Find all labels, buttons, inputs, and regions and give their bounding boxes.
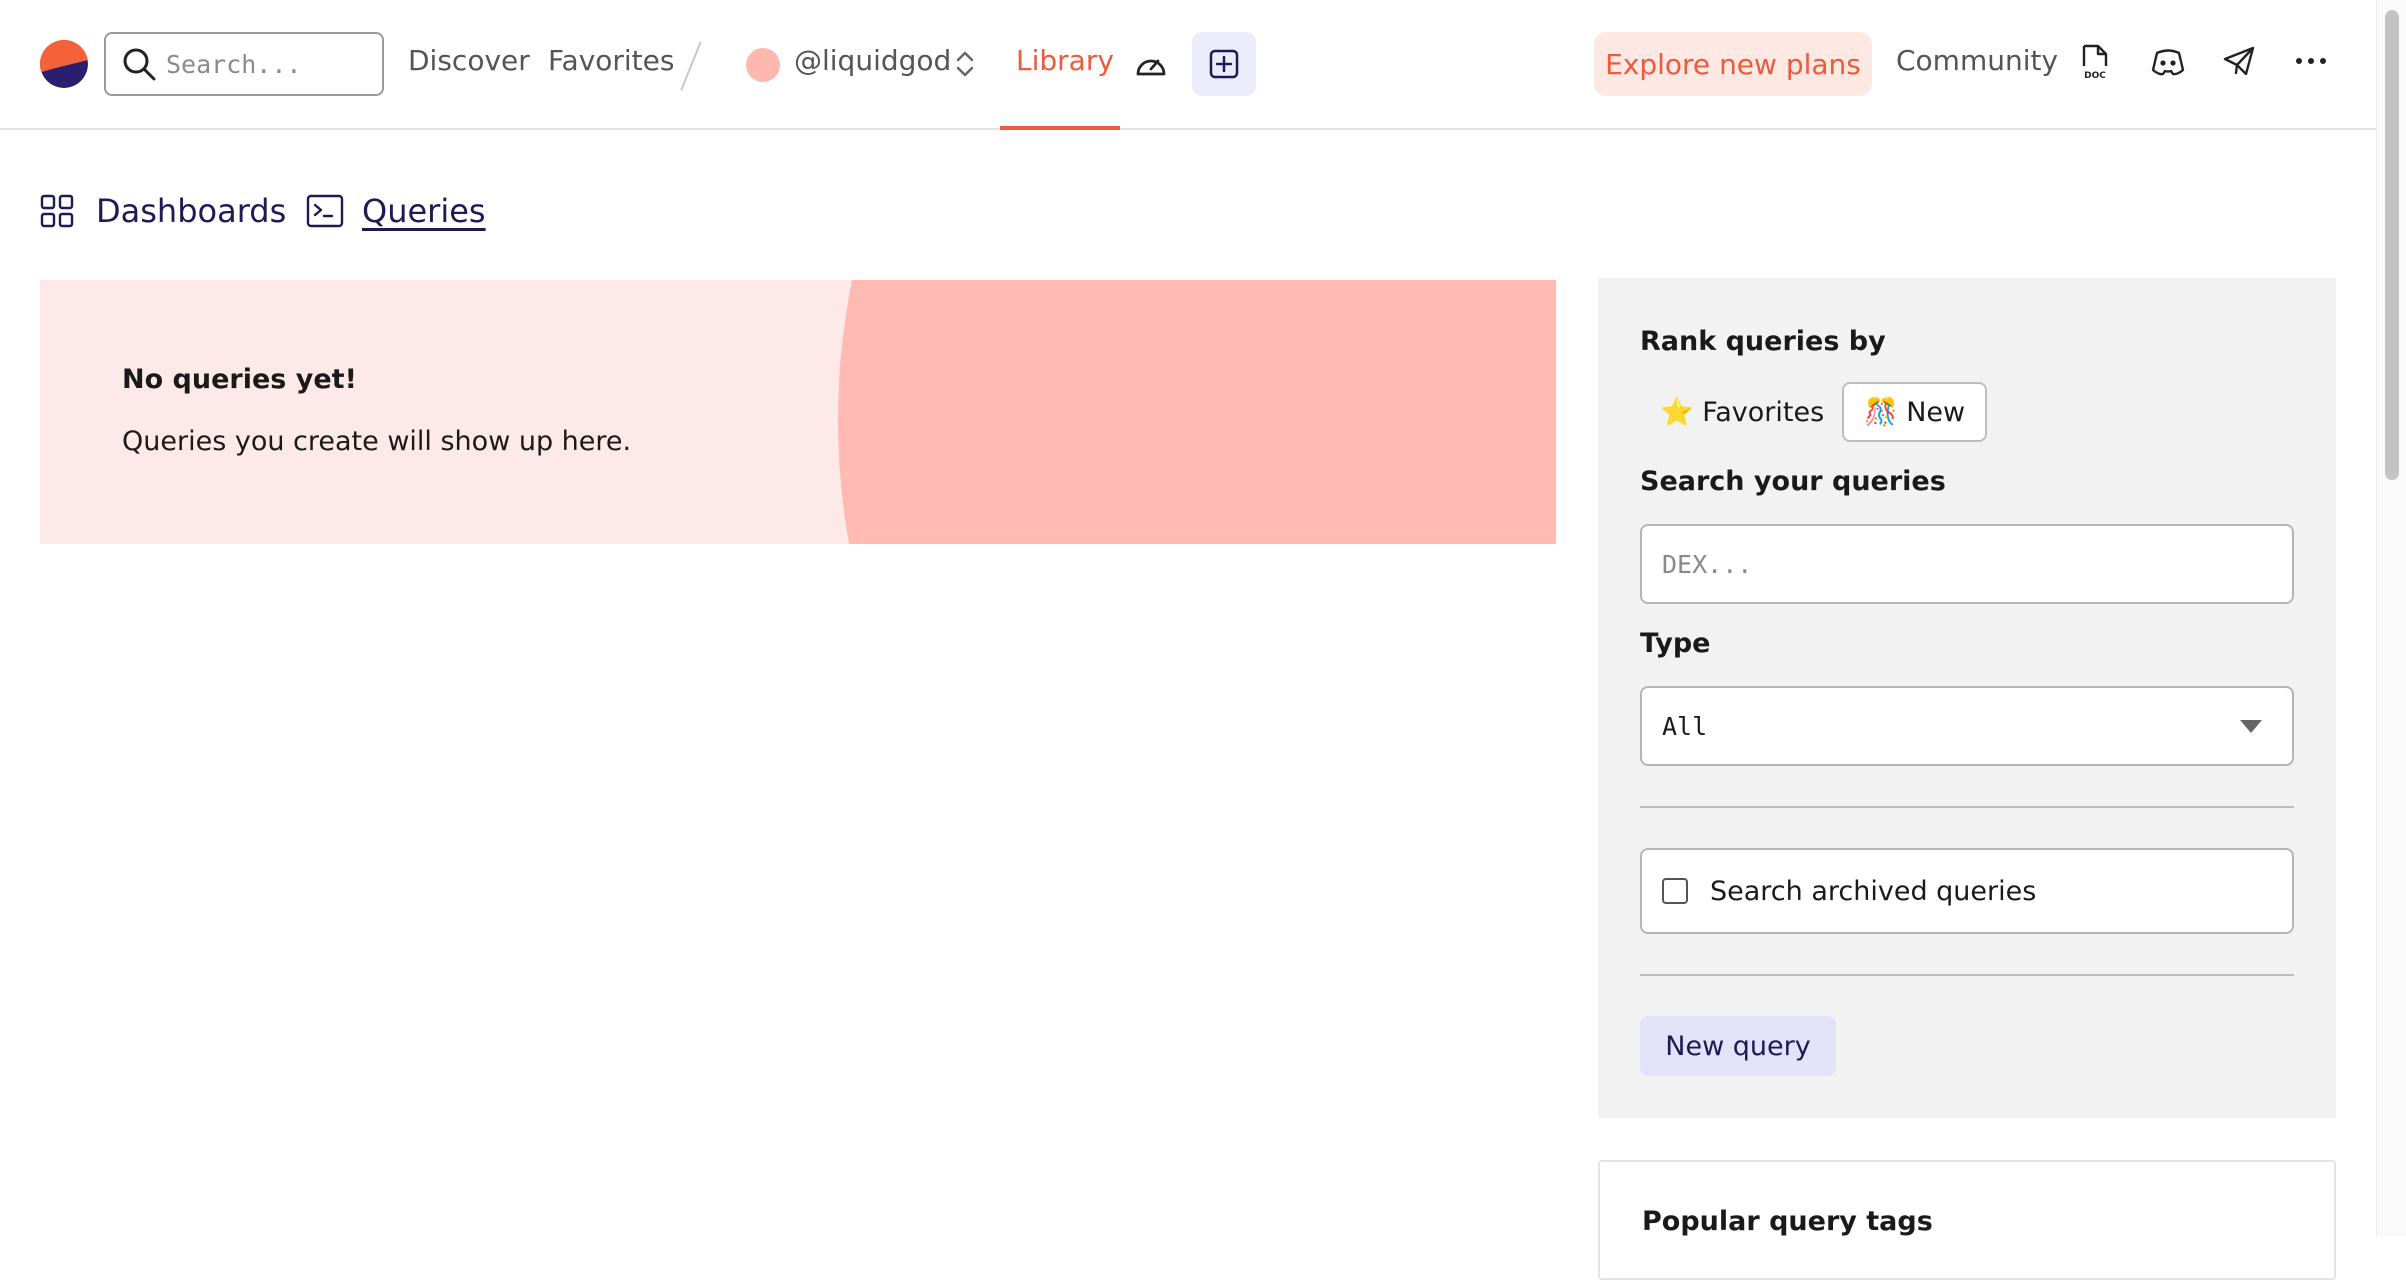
archived-checkbox[interactable] (1662, 878, 1688, 904)
global-search-box[interactable] (104, 32, 384, 96)
top-navigation: Discover Favorites @liquidgod Library Ex… (0, 0, 2376, 130)
empty-state-title: No queries yet! (122, 364, 357, 395)
page-scrollbar[interactable] (2376, 0, 2406, 1236)
new-query-button[interactable]: New query (1640, 1016, 1836, 1076)
discord-icon[interactable] (2150, 44, 2186, 80)
divider (1640, 806, 2294, 808)
tab-dashboards[interactable]: Dashboards (40, 192, 286, 230)
search-queries-label: Search your queries (1640, 466, 1946, 497)
docs-icon[interactable]: DOC (2080, 44, 2110, 82)
search-icon (123, 48, 156, 81)
banner-decoration (838, 280, 1556, 544)
team-switcher-label[interactable]: @liquidgod (794, 44, 951, 77)
query-search-field[interactable] (1640, 524, 2294, 604)
divider (1640, 974, 2294, 976)
tab-queries-label: Queries (362, 192, 486, 230)
popular-tags-card: Popular query tags (1598, 1160, 2336, 1280)
archived-label: Search archived queries (1710, 875, 2037, 907)
rank-label: Rank queries by (1640, 326, 1886, 357)
team-avatar[interactable] (746, 48, 780, 82)
more-options-icon[interactable] (2294, 44, 2328, 78)
query-search-input[interactable] (1642, 526, 2292, 602)
empty-state-subtitle: Queries you create will show up here. (122, 426, 632, 457)
tab-dashboards-label: Dashboards (96, 192, 287, 230)
scrollbar-thumb[interactable] (2385, 10, 2399, 480)
svg-text:DOC: DOC (2084, 71, 2106, 81)
filter-sidebar: Rank queries by ⭐ Favorites 🎊 New Search… (1598, 278, 2336, 1118)
nav-library-link[interactable]: Library (1016, 44, 1114, 77)
caret-down-icon (2240, 720, 2262, 733)
tab-queries[interactable]: Queries (306, 192, 486, 230)
dune-logo[interactable] (40, 40, 88, 88)
telegram-icon[interactable] (2222, 44, 2256, 78)
grid-icon (40, 194, 74, 228)
speedometer-icon[interactable] (1134, 48, 1168, 82)
global-search-input[interactable] (166, 49, 366, 79)
archived-toggle[interactable]: Search archived queries (1640, 848, 2294, 934)
empty-state-banner: No queries yet! Queries you create will … (40, 280, 1556, 544)
rank-new-button[interactable]: 🎊 New (1842, 382, 1988, 442)
explore-plans-button[interactable]: Explore new plans (1594, 32, 1872, 96)
plus-square-icon (1209, 49, 1239, 79)
active-tab-indicator (1000, 126, 1120, 130)
terminal-icon (306, 194, 344, 228)
type-select[interactable]: All (1640, 686, 2294, 766)
nav-discover-link[interactable]: Discover (408, 44, 530, 77)
chevron-up-down-icon[interactable] (954, 48, 976, 80)
nav-favorites-link[interactable]: Favorites (548, 44, 674, 77)
nav-separator (680, 41, 702, 91)
type-select-value: All (1662, 712, 1708, 741)
create-new-button[interactable] (1192, 32, 1256, 96)
type-label: Type (1640, 628, 1711, 659)
rank-favorites-button[interactable]: ⭐ Favorites (1640, 382, 1844, 442)
nav-community-link[interactable]: Community (1896, 44, 2058, 77)
popular-tags-title: Popular query tags (1642, 1206, 1933, 1237)
